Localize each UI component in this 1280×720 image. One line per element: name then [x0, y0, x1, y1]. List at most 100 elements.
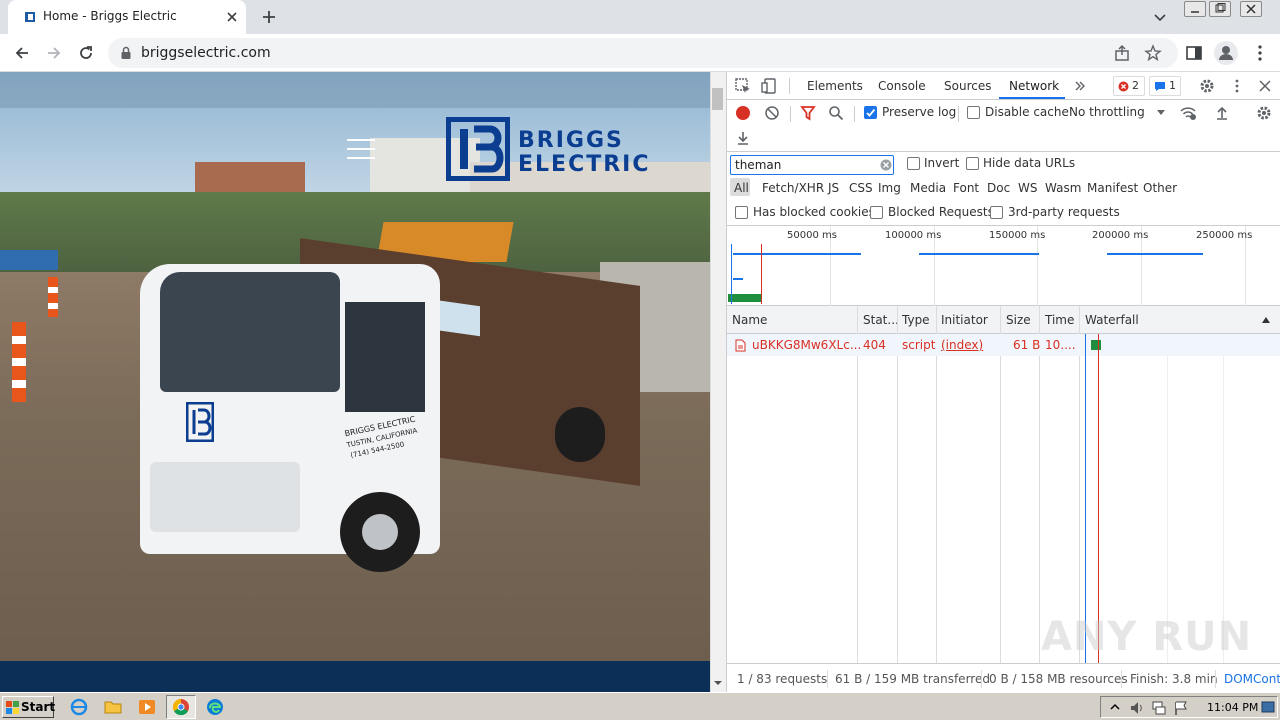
network-settings-gear-icon[interactable] — [1256, 105, 1272, 121]
forward-arrow-icon[interactable] — [44, 43, 64, 63]
type-filter-fetch-xhr[interactable]: Fetch/XHR — [762, 181, 824, 195]
network-overview-timeline[interactable]: 50000 ms 100000 ms 150000 ms 200000 ms 2… — [727, 226, 1280, 306]
message-counter-badge[interactable]: 1 — [1149, 76, 1181, 96]
menu-kebab-icon[interactable] — [1250, 43, 1270, 63]
type-filter-all[interactable]: All — [734, 181, 749, 195]
media-player-icon[interactable] — [138, 698, 156, 716]
column-size[interactable]: Size — [1006, 313, 1031, 327]
throttling-select[interactable]: No throttling — [1069, 105, 1145, 119]
more-tabs-chevron-icon[interactable] — [1073, 79, 1087, 93]
preserve-log-checkbox[interactable] — [864, 106, 877, 119]
clear-log-icon[interactable] — [764, 105, 780, 121]
type-filter-doc[interactable]: Doc — [987, 181, 1010, 195]
network-conditions-icon[interactable] — [1179, 105, 1197, 121]
column-name[interactable]: Name — [732, 313, 767, 327]
minimize-window-button[interactable] — [1184, 1, 1206, 17]
profile-avatar-icon[interactable] — [1214, 41, 1238, 65]
inspect-element-icon[interactable] — [735, 78, 751, 94]
share-icon[interactable] — [1113, 44, 1131, 62]
request-initiator-link[interactable]: (index) — [941, 338, 983, 352]
tab-sources[interactable]: Sources — [944, 79, 991, 93]
overview-label: 200000 ms — [1092, 230, 1149, 241]
column-time[interactable]: Time — [1045, 313, 1074, 327]
start-button[interactable]: Start — [2, 696, 55, 718]
request-name[interactable]: uBKKG8Mw6XLc... — [752, 338, 861, 352]
logo-text-line2: ELECTRIC — [518, 152, 651, 177]
web-page-viewport: BRIGGS ELECTRIC BRIGGS ELECTRIC TUSTIN, … — [0, 72, 710, 692]
close-devtools-icon[interactable] — [1257, 78, 1273, 94]
chrome-taskbar-button[interactable] — [166, 695, 196, 719]
type-filter-css[interactable]: CSS — [849, 181, 873, 195]
show-hidden-icons-icon[interactable] — [1109, 701, 1121, 713]
network-icon[interactable] — [1151, 700, 1167, 716]
action-center-flag-icon[interactable] — [1173, 700, 1189, 716]
tab-elements[interactable]: Elements — [807, 79, 863, 93]
toolbar-divider — [958, 106, 959, 122]
lock-icon[interactable] — [120, 46, 132, 60]
import-har-icon[interactable] — [1214, 105, 1230, 121]
network-toolbar: Preserve log Disable cache No throttling — [727, 100, 1280, 152]
restore-window-button[interactable] — [1209, 1, 1231, 17]
throttling-dropdown-icon[interactable] — [1156, 109, 1166, 117]
taskbar-clock[interactable]: 11:04 PM — [1207, 701, 1258, 714]
error-count: 2 — [1132, 79, 1139, 92]
filter-input[interactable]: theman — [730, 155, 894, 175]
device-toolbar-icon[interactable] — [761, 78, 777, 94]
search-icon[interactable] — [828, 105, 844, 121]
address-bar[interactable]: briggselectric.com — [108, 38, 1178, 68]
type-filter-manifest[interactable]: Manifest — [1087, 181, 1138, 195]
scroll-down-arrow-icon[interactable] — [712, 678, 724, 688]
tab-console[interactable]: Console — [878, 79, 926, 93]
browser-tab[interactable]: Home - Briggs Electric — [8, 0, 246, 34]
column-status[interactable]: Stat... — [863, 313, 899, 327]
column-waterfall[interactable]: Waterfall — [1085, 313, 1139, 327]
export-har-icon[interactable] — [736, 130, 750, 146]
edge-icon[interactable] — [206, 698, 224, 716]
sort-ascending-icon[interactable] — [1261, 316, 1271, 324]
briggs-logo-mark-icon[interactable] — [446, 117, 510, 181]
close-window-button[interactable] — [1240, 1, 1262, 17]
back-arrow-icon[interactable] — [12, 43, 32, 63]
column-initiator[interactable]: Initiator — [941, 313, 988, 327]
page-scrollbar[interactable] — [710, 72, 726, 692]
waterfall-timing-bar — [1091, 340, 1101, 350]
column-type[interactable]: Type — [902, 313, 930, 327]
devtools-menu-kebab-icon[interactable] — [1229, 78, 1245, 94]
type-filter-img[interactable]: Img — [878, 181, 901, 195]
volume-icon[interactable] — [1129, 700, 1145, 716]
new-tab-icon[interactable] — [260, 8, 278, 26]
third-party-requests-checkbox[interactable] — [990, 206, 1003, 219]
has-blocked-cookies-checkbox[interactable] — [735, 206, 748, 219]
type-filter-js[interactable]: JS — [828, 181, 839, 195]
disable-cache-checkbox[interactable] — [967, 106, 980, 119]
type-filter-ws[interactable]: WS — [1018, 181, 1037, 195]
tab-search-chevron-icon[interactable] — [1152, 9, 1168, 25]
hide-data-urls-checkbox[interactable] — [966, 157, 979, 170]
internet-explorer-icon[interactable] — [70, 698, 88, 716]
status-divider — [827, 670, 828, 688]
table-row[interactable]: uBKKG8Mw6XLc... 404 script (index) 61 B … — [727, 334, 1280, 356]
close-tab-icon[interactable] — [224, 9, 240, 25]
truck-side-window — [345, 302, 425, 412]
truck-hubcap — [362, 514, 398, 550]
side-panel-icon[interactable] — [1184, 43, 1204, 63]
type-filter-wasm[interactable]: Wasm — [1045, 181, 1081, 195]
page-scroll-thumb[interactable] — [712, 88, 723, 110]
settings-gear-icon[interactable] — [1199, 78, 1215, 94]
clear-filter-icon[interactable] — [880, 159, 892, 171]
hamburger-menu-icon[interactable] — [346, 138, 376, 160]
filter-funnel-icon[interactable] — [800, 105, 816, 121]
show-desktop-icon[interactable] — [1261, 700, 1275, 714]
file-explorer-icon[interactable] — [104, 698, 122, 716]
type-filter-other[interactable]: Other — [1143, 181, 1177, 195]
traffic-cone — [12, 322, 26, 402]
type-filter-font[interactable]: Font — [953, 181, 979, 195]
record-icon[interactable] — [736, 106, 750, 120]
reload-icon[interactable] — [76, 43, 96, 63]
error-counter-badge[interactable]: 2 — [1113, 76, 1145, 96]
blocked-requests-checkbox[interactable] — [870, 206, 883, 219]
bookmark-star-icon[interactable] — [1144, 44, 1162, 62]
invert-checkbox[interactable] — [907, 157, 920, 170]
tab-network[interactable]: Network — [1009, 79, 1059, 93]
type-filter-media[interactable]: Media — [910, 181, 946, 195]
